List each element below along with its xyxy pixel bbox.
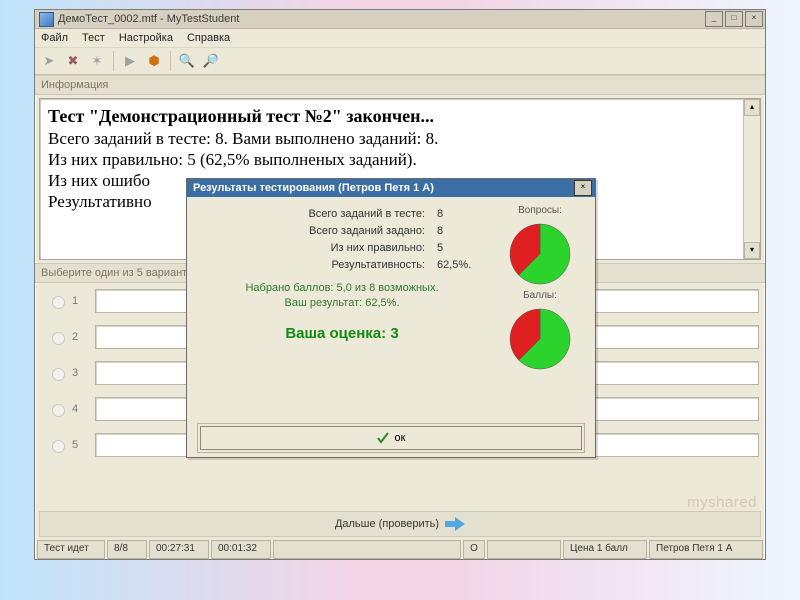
status-flag: О <box>463 540 485 559</box>
menu-file[interactable]: Файл <box>41 32 68 44</box>
window-title: ДемоТест_0002.mtf - MyTestStudent <box>58 13 705 25</box>
scroll-up-icon[interactable]: ▴ <box>744 99 760 116</box>
chart-label: Вопросы: <box>518 205 562 216</box>
toolbar-separator <box>113 51 114 71</box>
zoom-out-icon[interactable]: 🔎 <box>201 51 221 71</box>
minimize-button[interactable]: _ <box>705 11 723 27</box>
scroll-down-icon[interactable]: ▾ <box>744 242 760 259</box>
menu-help[interactable]: Справка <box>187 32 230 44</box>
section-header-info: Информация <box>35 75 765 95</box>
toolbar: ➤ ✖ ✶ ▶ ⬢ 🔍 🔎 <box>35 48 765 75</box>
menu-setup[interactable]: Настройка <box>119 32 173 44</box>
menu-test[interactable]: Тест <box>82 32 105 44</box>
next-button[interactable]: Дальше (проверить) <box>39 511 761 537</box>
scrollbar[interactable]: ▴ ▾ <box>743 99 760 259</box>
status-empty <box>273 540 461 559</box>
app-icon <box>39 12 54 27</box>
stop-icon[interactable]: ⬢ <box>144 51 164 71</box>
zoom-in-icon[interactable]: 🔍 <box>177 51 197 71</box>
score-line: Ваш результат: 62,5%. <box>197 296 487 311</box>
status-state: Тест идет <box>37 540 105 559</box>
next-button-label: Дальше (проверить) <box>335 518 439 530</box>
status-user: Петров Петя 1 А <box>649 540 763 559</box>
answer-radio-1[interactable]: 1 <box>39 293 87 309</box>
score-line: Набрано баллов: 5,0 из 8 возможных. <box>197 281 487 296</box>
stat-value: 5 <box>437 242 487 254</box>
info-line: Из них правильно: 5 (62,5% выполненых за… <box>48 149 752 170</box>
refresh-icon[interactable]: ✶ <box>87 51 107 71</box>
stat-label: Всего заданий в тесте: <box>197 208 437 220</box>
charts: Вопросы: Баллы: <box>495 205 585 371</box>
results-dialog: Результаты тестирования (Петров Петя 1 А… <box>186 178 596 458</box>
stat-label: Из них правильно: <box>197 242 437 254</box>
menubar: Файл Тест Настройка Справка <box>35 29 765 48</box>
section-header-info-label: Информация <box>41 79 108 91</box>
status-empty2 <box>487 540 561 559</box>
stat-label: Результативность: <box>197 259 437 271</box>
stat-label: Всего заданий задано: <box>197 225 437 237</box>
results-stats: Всего заданий в тесте:8 Всего заданий за… <box>197 205 487 371</box>
answer-radio-3[interactable]: 3 <box>39 365 87 381</box>
stat-value: 8 <box>437 225 487 237</box>
maximize-button[interactable]: □ <box>725 11 743 27</box>
watermark: myshared <box>687 494 757 511</box>
stat-value: 62,5%. <box>437 259 487 271</box>
checkmark-icon <box>377 432 389 444</box>
status-current: 00:01:32 <box>211 540 271 559</box>
answer-radio-2[interactable]: 2 <box>39 329 87 345</box>
status-progress: 8/8 <box>107 540 147 559</box>
close-button[interactable]: × <box>745 11 763 27</box>
dialog-close-button[interactable]: × <box>574 180 592 196</box>
ok-button[interactable]: ок <box>200 426 582 450</box>
pie-questions <box>508 222 572 286</box>
status-price: Цена 1 балл <box>563 540 647 559</box>
status-total: 00:27:31 <box>149 540 209 559</box>
play-icon[interactable]: ➤ <box>39 51 59 71</box>
stat-value: 8 <box>437 208 487 220</box>
dialog-titlebar: Результаты тестирования (Петров Петя 1 А… <box>187 179 595 197</box>
toolbar-separator <box>170 51 171 71</box>
statusbar: Тест идет 8/8 00:27:31 00:01:32 О Цена 1… <box>37 540 763 557</box>
info-line: Всего заданий в тесте: 8. Вами выполнено… <box>48 128 752 149</box>
arrow-right-icon <box>445 517 465 531</box>
ok-button-label: ок <box>395 432 406 444</box>
pie-points <box>508 307 572 371</box>
answer-radio-4[interactable]: 4 <box>39 401 87 417</box>
dialog-title: Результаты тестирования (Петров Петя 1 А… <box>193 182 574 194</box>
answer-radio-5[interactable]: 5 <box>39 437 87 453</box>
chart-label: Баллы: <box>523 290 557 301</box>
next-icon[interactable]: ▶ <box>120 51 140 71</box>
close-test-icon[interactable]: ✖ <box>63 51 83 71</box>
grade: Ваша оценка: 3 <box>197 325 487 342</box>
titlebar: ДемоТест_0002.mtf - MyTestStudent _ □ × <box>35 10 765 29</box>
info-heading: Тест "Демонстрационный тест №2" закончен… <box>48 105 752 128</box>
